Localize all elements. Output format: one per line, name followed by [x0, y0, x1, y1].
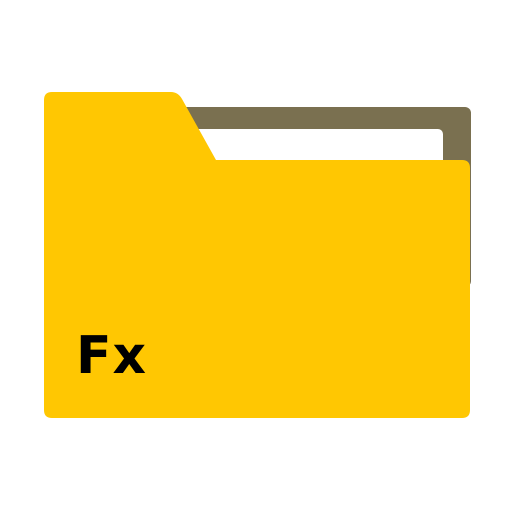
- app-icon: Fx: [0, 0, 512, 512]
- app-label: Fx: [76, 326, 148, 386]
- folder-icon: [44, 92, 471, 418]
